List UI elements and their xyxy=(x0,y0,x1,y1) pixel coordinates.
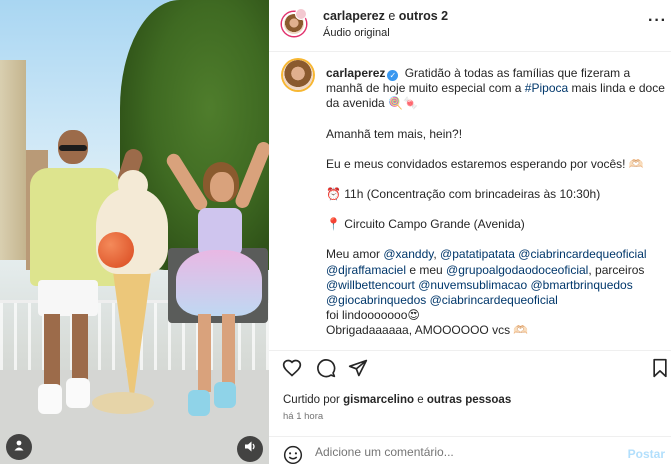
user-icon xyxy=(13,438,25,456)
likes-others-link[interactable]: outras pessoas xyxy=(427,394,511,406)
smile-icon[interactable] xyxy=(283,445,303,464)
likes-summary: Curtido por gismarcelino e outras pessoa… xyxy=(283,394,511,406)
post-details-panel: carlaperez e outros 2 Áudio original ···… xyxy=(269,0,671,464)
verified-badge-icon: ✓ xyxy=(387,70,399,81)
likes-prefix: Curtido por xyxy=(283,394,340,406)
share-icon xyxy=(348,358,368,383)
action-bar xyxy=(269,356,671,386)
mention-link[interactable]: @bmartbrinquedos xyxy=(530,278,632,292)
mention-link[interactable]: @grupoalgodaodoceoficial xyxy=(446,263,588,277)
mention-link[interactable]: @giocabrinquedos xyxy=(326,293,426,307)
caption-text: 📍 Circuito Campo Grande (Avenida) xyxy=(326,217,525,232)
mention-link[interactable]: @willbettencourt xyxy=(326,278,415,292)
ice-cream-base xyxy=(92,392,154,414)
woman-shoe xyxy=(214,382,236,408)
woman-skirt xyxy=(176,250,262,316)
mention-link[interactable]: @xanddy xyxy=(383,247,433,261)
more-options-button[interactable]: ··· xyxy=(648,12,667,30)
mention-link[interactable]: @ciabrincardequeoficial xyxy=(518,247,646,261)
divider xyxy=(269,350,671,351)
ice-cream-cone xyxy=(110,250,154,410)
comment-icon xyxy=(316,358,336,383)
man-leg xyxy=(72,314,88,380)
speaker-icon xyxy=(244,440,257,458)
man-sunglasses xyxy=(59,145,87,151)
mention-link[interactable]: @patatipatata xyxy=(440,247,515,261)
post-comment-button[interactable]: Postar xyxy=(628,447,665,461)
like-button[interactable] xyxy=(281,359,303,381)
post-caption: carlaperez ✓ Gratidão à todas as famílias… xyxy=(326,66,665,338)
hashtag-link[interactable]: #Pipoca xyxy=(525,81,568,95)
save-button[interactable] xyxy=(649,358,671,383)
likes-connector: e xyxy=(417,394,424,406)
more-icon: ··· xyxy=(648,12,667,29)
liker-username[interactable]: gismarcelino xyxy=(343,394,414,406)
bookmark-icon xyxy=(651,358,669,383)
mention-link[interactable]: @ciabrincardequeoficial xyxy=(430,293,558,307)
author-username[interactable]: carlaperez xyxy=(323,9,385,23)
mute-button[interactable] xyxy=(237,436,263,462)
caption-text: Amanhã tem mais, hein?! xyxy=(326,126,463,141)
woman-leg xyxy=(198,314,211,392)
heart-icon xyxy=(282,358,302,383)
original-audio-link[interactable]: Áudio original xyxy=(323,27,390,39)
post-photo[interactable] xyxy=(0,0,269,464)
woman-shoe xyxy=(188,390,210,416)
caption-text: e meu xyxy=(409,262,443,277)
ice-cream-cherry xyxy=(98,232,134,268)
post-modal: carlaperez e outros 2 Áudio original ···… xyxy=(0,0,671,464)
man-shorts xyxy=(38,280,98,316)
comment-button[interactable] xyxy=(315,358,337,383)
caption-text: foi lindooooooo😍 xyxy=(326,308,420,323)
mention-link[interactable]: @nuvemsublimacao xyxy=(418,278,527,292)
caption-text: Eu e meus convidados estaremos esperando… xyxy=(326,156,644,171)
man-shoe xyxy=(66,378,90,408)
add-comment-bar: Postar xyxy=(269,436,671,464)
caption-text: Obrigadaaaaaa, AMOOOOOO vcs 🫶🏻 xyxy=(326,323,529,338)
woman-leg xyxy=(222,314,235,386)
avatar[interactable] xyxy=(283,60,313,90)
woman-top xyxy=(198,208,242,256)
collab-avatar xyxy=(295,8,307,20)
tagged-users-button[interactable] xyxy=(6,434,32,460)
collaborators-link[interactable]: outros 2 xyxy=(399,9,448,23)
share-button[interactable] xyxy=(347,359,369,381)
caption-text: parceiros xyxy=(595,262,645,277)
man-shoe xyxy=(38,384,62,414)
mention-link[interactable]: @djraffamaciel xyxy=(326,263,406,277)
woman-head xyxy=(210,172,234,202)
post-header: carlaperez e outros 2 Áudio original ··· xyxy=(269,0,671,52)
caption-text: ⏰ 11h (Concentração com brincadeiras às … xyxy=(326,187,601,202)
man-leg xyxy=(44,314,60,386)
caption-text: Meu amor xyxy=(326,247,381,262)
background-building xyxy=(0,60,26,260)
ice-cream-top xyxy=(118,170,148,200)
caption-username[interactable]: carlaperez xyxy=(326,66,385,80)
post-author-line: carlaperez e outros 2 xyxy=(323,9,448,23)
comment-input[interactable] xyxy=(315,445,605,459)
post-timestamp[interactable]: há 1 hora xyxy=(283,411,323,422)
author-connector: e xyxy=(388,9,396,23)
